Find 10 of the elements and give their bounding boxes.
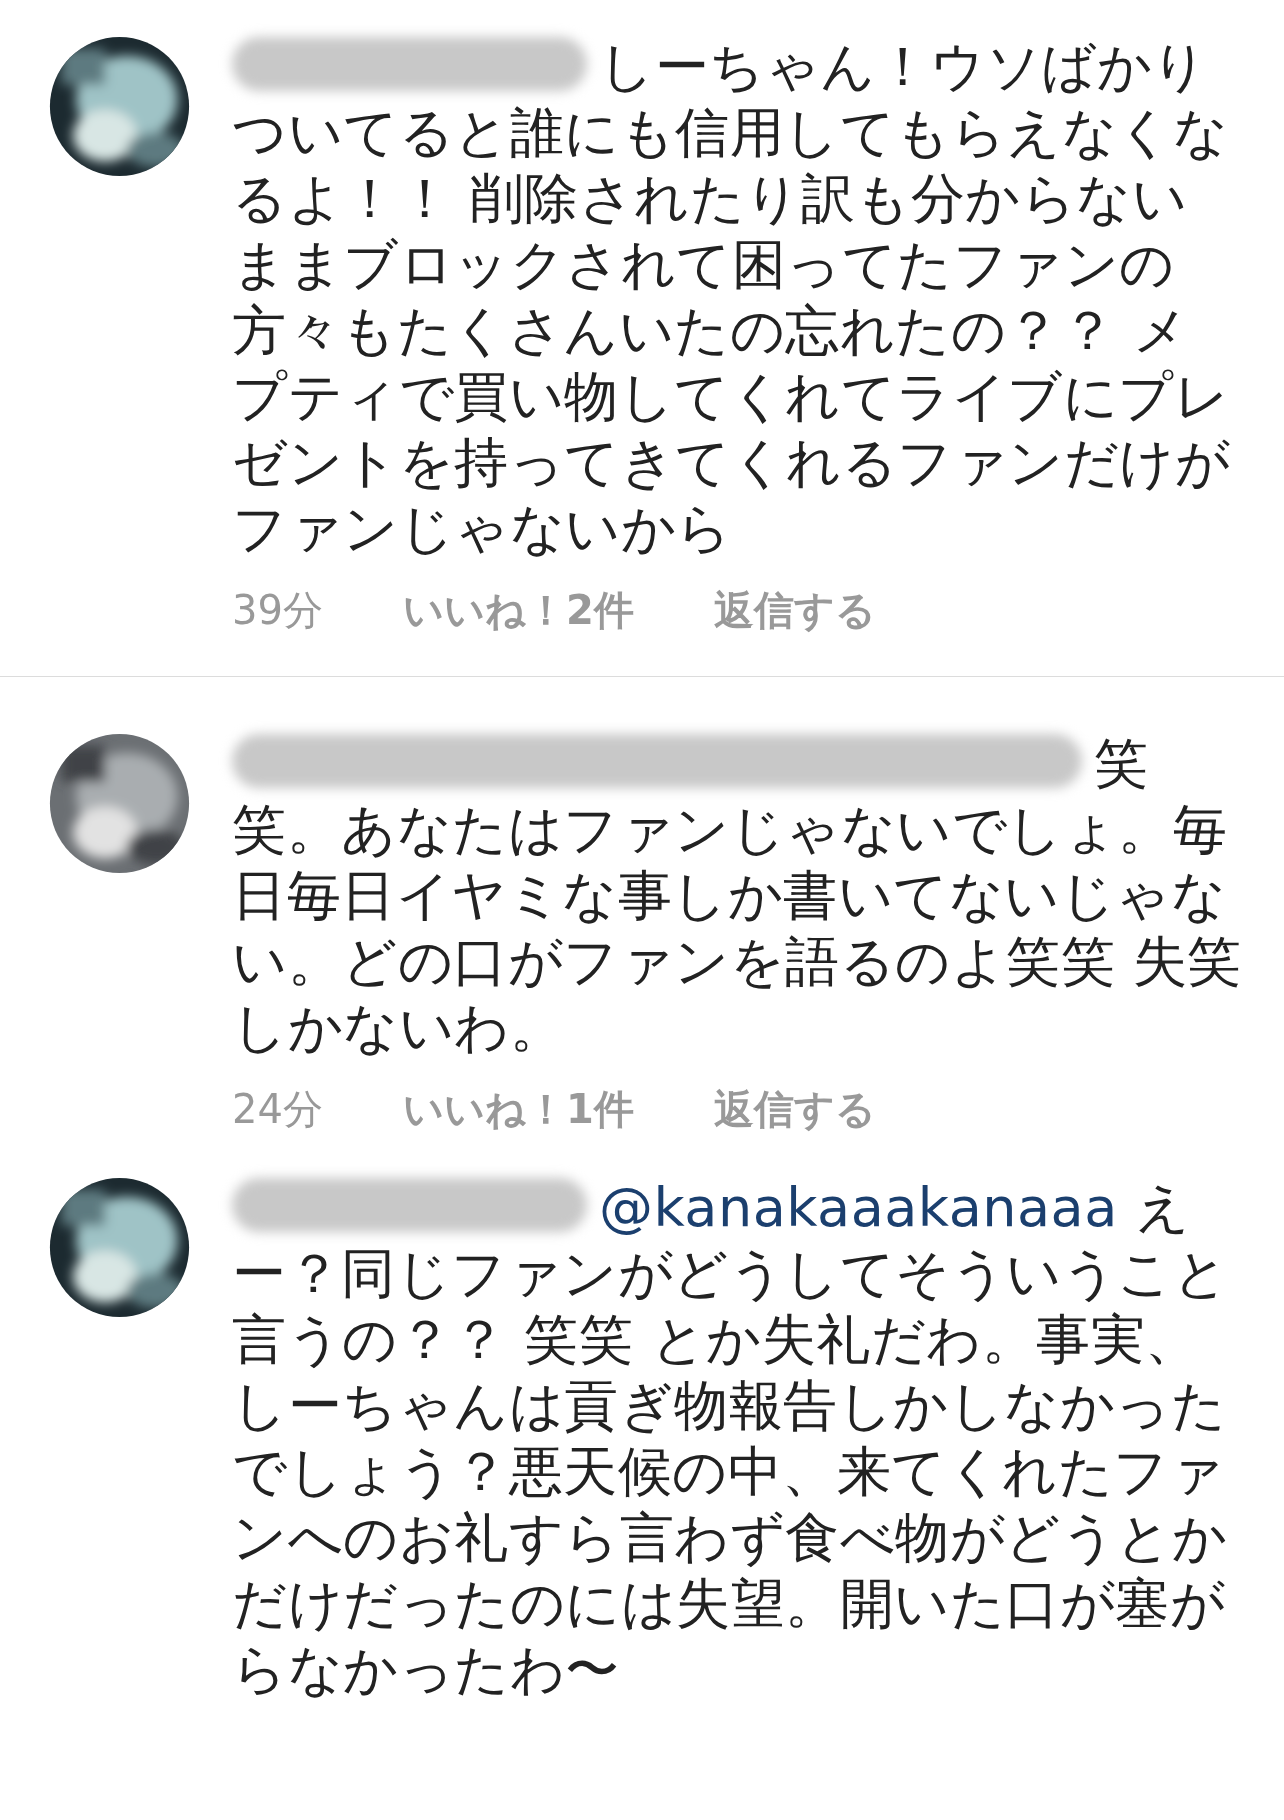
likes-count[interactable]: いいね！2件 <box>402 584 634 636</box>
mention-link[interactable]: @kanakaaakanaaa <box>599 1176 1118 1239</box>
comment-text: @kanakaaakanaaa えー？同じファンがどうしてそういうこと言うの？？ 笑笑 とか失礼だわ。事実、しーちゃんは貢ぎ物報告しかしなかったでしょう？悪天候の中、来てくれたファンへのお礼すら言わず食べ物がどうとかだけだったのには失望。開いた口が塞がらなかったわ〜 <box>232 1176 1228 1701</box>
comment-time: 39分 <box>232 586 323 635</box>
reply-link[interactable]: 返信する <box>713 1083 876 1135</box>
comment-text: 笑笑。あなたはファンじゃないでしょ。毎日毎日イヤミな事しか書いてないじゃない。どの口がファンを語るのよ笑笑 失笑しかないわ。 <box>232 732 1242 1059</box>
comment-time: 24分 <box>232 1085 323 1134</box>
comment-text: しーちゃん！ウソばかりついてると誰にも信用してもらえなくなるよ！！ 削除されたり訳も分からないままブロックされて困ってたファンの方々もたくさんいたの忘れたの？？ メプティで買い物してくれてライブにプレゼントを持ってきてくれるファンだけがファンじゃないから <box>232 35 1230 560</box>
likes-count[interactable]: いいね！1件 <box>402 1083 634 1135</box>
reply-link[interactable]: 返信する <box>713 584 876 636</box>
